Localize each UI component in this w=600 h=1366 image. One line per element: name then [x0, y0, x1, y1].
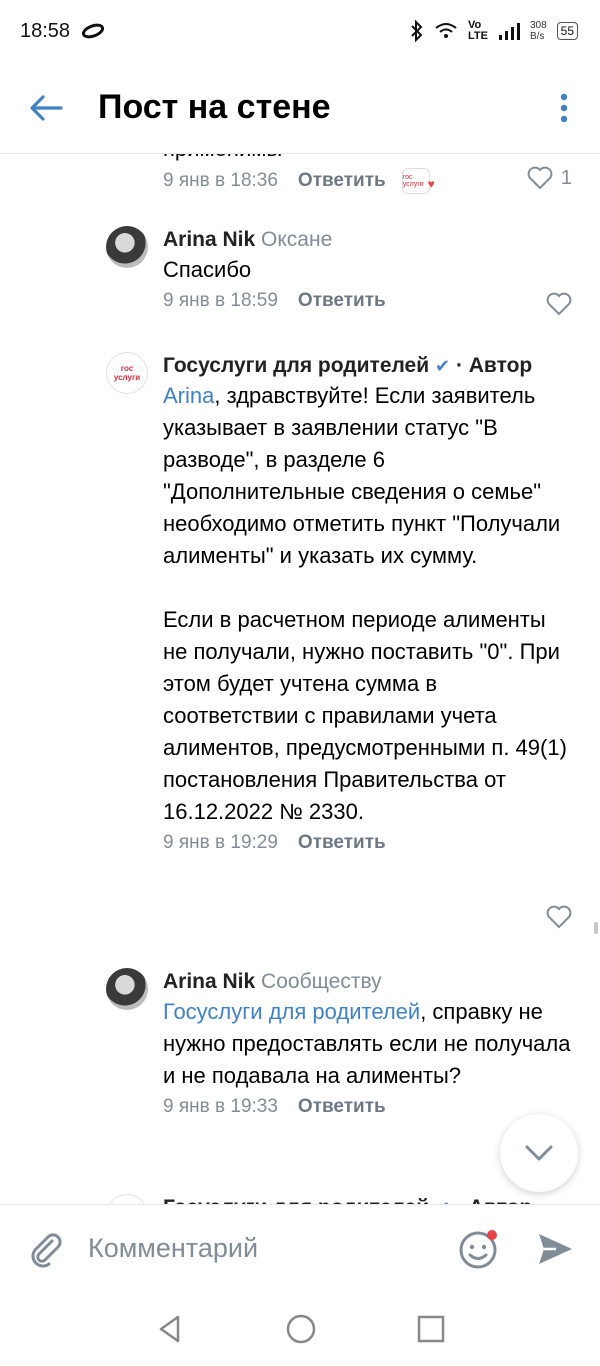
comment-reply-to[interactable]: Оксане: [261, 228, 332, 251]
comment-body: Госуслуги для родителей ✔ · Автор Arina,…: [163, 352, 573, 858]
system-nav-bar: [0, 1292, 600, 1366]
comment-text-p1: , здравствуйте! Если заявитель указывает…: [163, 383, 561, 568]
battery-icon: 55: [556, 22, 578, 40]
comment-date: 9 янв в 18:36: [163, 170, 278, 191]
scroll-down-button[interactable]: [500, 1114, 578, 1192]
avatar[interactable]: гос услуги: [106, 352, 148, 394]
comment-text-p2: Если в расчетном периоде алименты не пол…: [163, 607, 567, 824]
comment-header: Arina Nik Сообществу: [163, 968, 573, 996]
chevron-down-icon: [525, 1145, 553, 1161]
comment-author[interactable]: Госуслуги для родителей: [163, 354, 429, 377]
net-speed: 308 B/s: [530, 20, 547, 42]
wifi-icon: [435, 23, 457, 38]
reply-button[interactable]: Ответить: [298, 1096, 386, 1118]
heart-icon: [546, 292, 572, 316]
emoji-icon[interactable]: [458, 1228, 500, 1270]
top-bar: Пост на стене: [0, 62, 600, 154]
comment-body: Arina Nik Оксане Спасибо 9 янв в 18:59 О…: [163, 226, 573, 316]
comment-text: Arina, здравствуйте! Если заявитель указ…: [163, 380, 573, 572]
comment-author[interactable]: Arina Nik: [163, 970, 255, 993]
mention-link[interactable]: Arina: [163, 383, 214, 408]
notification-icon: [82, 23, 105, 39]
nav-home-icon[interactable]: [285, 1313, 317, 1345]
scrollbar-thumb[interactable]: [594, 922, 598, 934]
net-speed-unit: B/s: [529, 31, 545, 42]
lte-indicator: Vo LTE: [468, 20, 488, 42]
comment-header: Госуслуги для родителей ✔ · Автор: [163, 1194, 573, 1204]
comments-feed[interactable]: применимы 9 янв в 18:36 Ответить гос усл…: [0, 154, 600, 1204]
nav-back-icon[interactable]: [155, 1314, 185, 1344]
comment-header: Arina Nik Оксане: [163, 226, 573, 254]
comment-input[interactable]: [86, 1232, 458, 1265]
avatar[interactable]: [106, 1194, 148, 1204]
more-vertical-icon[interactable]: [552, 88, 576, 128]
comment-reply-to[interactable]: Сообществу: [261, 970, 382, 993]
reply-button[interactable]: Ответить: [298, 290, 386, 312]
heart-icon: [527, 166, 553, 190]
comment-meta: 9 янв в 18:59 Ответить: [163, 286, 573, 316]
comment-date: 9 янв в 18:59: [163, 290, 278, 311]
like-count: 1: [560, 166, 572, 189]
comment-text-cut: применимы: [163, 154, 282, 162]
nav-recents-icon[interactable]: [417, 1315, 445, 1343]
reply-button[interactable]: Ответить: [298, 170, 386, 192]
like-button[interactable]: [546, 292, 572, 316]
lte-bottom: LTE: [467, 30, 488, 42]
comment-author[interactable]: Госуслуги для родителей: [163, 1196, 429, 1204]
comment-text: Госуслуги для родителей, справку не нужн…: [163, 996, 573, 1092]
reaction-icon[interactable]: гос услуги ♥: [401, 168, 435, 194]
heart-icon: [546, 905, 572, 929]
back-arrow-icon[interactable]: [24, 86, 68, 130]
comment-date: 9 янв в 19:29: [163, 832, 278, 853]
comment-date: 9 янв в 19:33: [163, 1096, 278, 1117]
avatar[interactable]: [106, 968, 148, 1010]
comment-composer: [0, 1204, 600, 1292]
comment-body: Госуслуги для родителей ✔ · Автор: [163, 1194, 573, 1204]
comment-author[interactable]: Arina Nik: [163, 228, 255, 251]
comment-meta: 9 янв в 19:33 Ответить: [163, 1092, 573, 1122]
mention-link[interactable]: Госуслуги для родителей: [163, 999, 420, 1024]
verified-icon: ✔: [435, 356, 451, 376]
net-speed-value: 308: [529, 20, 547, 31]
comment-body: 9 янв в 18:36 Ответить гос услуги ♥: [163, 166, 573, 196]
comment-meta: 9 янв в 18:36 Ответить гос услуги ♥: [163, 166, 573, 196]
comment-text: Спасибо: [163, 257, 252, 282]
reply-button[interactable]: Ответить: [298, 832, 386, 854]
reaction-heart-icon: ♥: [427, 177, 435, 191]
author-badge: · Автор: [455, 354, 533, 377]
comment-header: Госуслуги для родителей ✔ · Автор: [163, 352, 573, 380]
status-bar: 18:58 Vo LTE 308 B/s 55: [0, 0, 600, 62]
like-button[interactable]: 1: [527, 166, 572, 190]
reaction-label: гос услуги: [402, 174, 424, 188]
attach-icon[interactable]: [26, 1229, 66, 1269]
status-time: 18:58: [20, 19, 71, 42]
page-title: Пост на стене: [98, 88, 331, 126]
comment-body: Arina Nik Сообществу Госуслуги для родит…: [163, 968, 573, 1122]
signal-icon: [498, 23, 520, 40]
avatar[interactable]: [106, 226, 148, 268]
comment-meta: 9 янв в 19:29 Ответить: [163, 828, 573, 858]
avatar-label: гос услуги: [113, 364, 141, 382]
like-button[interactable]: [546, 905, 572, 929]
bluetooth-icon: [411, 20, 423, 42]
send-icon[interactable]: [536, 1230, 574, 1268]
author-badge: · Автор: [456, 1196, 532, 1204]
